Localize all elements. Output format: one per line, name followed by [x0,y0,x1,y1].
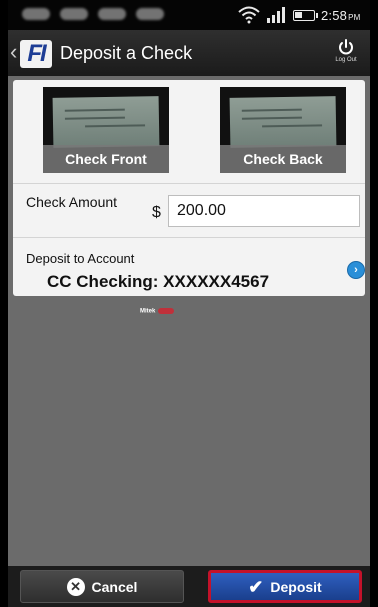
check-front-button[interactable]: Check Front [43,87,169,173]
checkmark-icon: ✔ [248,576,264,597]
page-title: Deposit a Check [60,43,193,63]
power-icon [339,39,353,55]
clock-time: 2:58 [321,8,348,23]
brand-swoosh-icon [158,308,175,314]
divider [13,183,365,184]
logout-label: Log Out [335,57,357,63]
chevron-right-icon[interactable]: › [347,261,365,279]
app-screen: 2:58PM ‹ FI Deposit a Check Log Out Chec… [8,0,370,607]
powered-brand: Mitek [140,308,156,315]
status-bar: 2:58PM [8,0,370,30]
divider [13,237,365,238]
check-back-label: Check Back [220,145,346,173]
back-chevron-icon[interactable]: ‹ [10,40,17,64]
check-front-label: Check Front [43,145,169,173]
status-clock: 2:58PM [321,8,361,23]
clock-ampm: PM [348,13,361,22]
check-back-image [229,96,337,148]
cancel-button[interactable]: ✕ Cancel [20,570,184,603]
deposit-account-value: CC Checking: XXXXXX4567 [47,272,270,291]
notification-icons [22,8,164,20]
signal-icon [267,7,285,23]
cancel-label: Cancel [91,578,138,595]
deposit-button[interactable]: ✔ Deposit [208,570,362,603]
footer-bar: ✕ Cancel ✔ Deposit [8,566,370,607]
deposit-account-label: Deposit to Account [26,251,135,266]
powered-by-logo: Mitek [140,308,175,315]
logout-button[interactable]: Log Out [328,38,364,72]
close-icon: ✕ [66,577,85,596]
currency-symbol: $ [152,204,161,221]
deposit-form-card: Check Front Check Back Check Amount $ 20… [13,80,365,296]
fi-logo: FI [20,40,52,68]
check-back-button[interactable]: Check Back [220,87,346,173]
deposit-label: Deposit [270,578,322,595]
app-header: ‹ FI Deposit a Check Log Out [8,30,370,76]
check-amount-input[interactable]: 200.00 [168,195,360,227]
battery-icon [293,10,318,21]
check-amount-label: Check Amount [26,194,118,210]
phone-frame: 2:58PM ‹ FI Deposit a Check Log Out Chec… [0,0,378,607]
check-front-image [52,96,160,148]
wifi-icon [238,6,260,24]
